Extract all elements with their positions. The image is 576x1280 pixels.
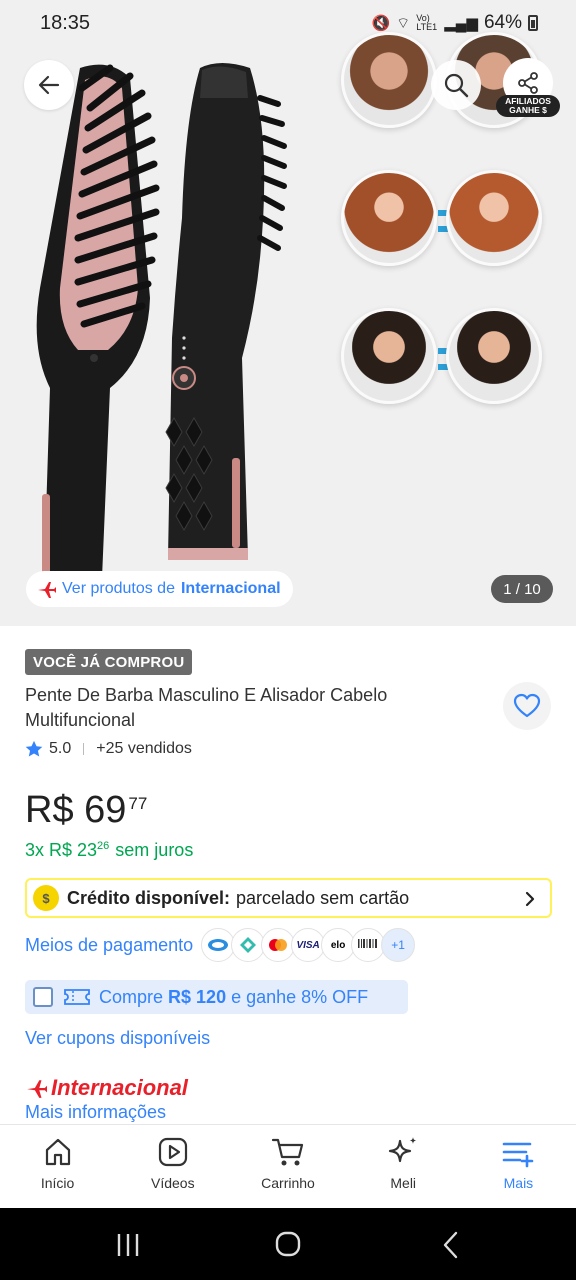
product-image-gallery[interactable]: AFILIADOS GANHE $ 18:35 🔇 ⌔ Vo) LTE1 ▂▄▆…: [0, 0, 576, 626]
airplane-icon: [38, 582, 56, 598]
nav-label: Vídeos: [151, 1175, 195, 1191]
heart-icon: [513, 693, 541, 718]
installments-suffix: sem juros: [115, 840, 194, 860]
star-icon: [25, 740, 43, 757]
search-icon: [444, 73, 469, 98]
rating-row[interactable]: 5.0 +25 vendidos: [25, 738, 192, 760]
sparkle-icon: [389, 1137, 417, 1163]
coupon-offer[interactable]: Compre R$ 120 e ganhe 8% OFF: [25, 980, 408, 1014]
coupon-checkbox[interactable]: [33, 987, 53, 1007]
nav-label: Mais: [503, 1175, 534, 1191]
installments-cents: 26: [97, 840, 110, 852]
nav-item-mais[interactable]: Mais: [461, 1125, 576, 1208]
installments-prefix: 3x R$ 23: [25, 840, 98, 860]
rating-value: 5.0: [49, 740, 72, 757]
menu-plus-icon: [503, 1142, 534, 1168]
chevron-right-icon: [525, 891, 535, 907]
more-info-link[interactable]: Mais informações: [25, 1102, 166, 1123]
sold-count: +25 vendidos: [96, 740, 192, 757]
battery-percent: 64%: [483, 12, 522, 33]
coupon-prefix: Compre: [99, 986, 164, 1007]
status-bar: 18:35 🔇 ⌔ Vo) LTE1 ▂▄▆ 64%: [0, 0, 576, 48]
home-button-icon[interactable]: [274, 1230, 302, 1258]
purchased-badge: VOCÊ JÁ COMPROU: [25, 649, 193, 675]
image-counter: 1 / 10: [491, 575, 553, 603]
ticket-icon: [64, 989, 90, 1005]
status-time: 18:35: [40, 12, 91, 34]
brand-name: Internacional: [51, 1075, 188, 1100]
mercado-pago-icon: [201, 928, 236, 962]
after-straight-hair-photo: [446, 170, 542, 266]
nav-label: Meli: [390, 1175, 417, 1191]
price: R$ 69 77: [25, 786, 147, 834]
nav-item-inicio[interactable]: Início: [0, 1125, 115, 1208]
origin-link[interactable]: Internacional: [181, 580, 281, 598]
elo-icon: elo: [321, 928, 356, 962]
price-cents: 77: [128, 794, 148, 813]
before-curly-hair-photo: [341, 170, 437, 266]
wifi-icon: ⌔: [396, 14, 411, 32]
payment-methods-row[interactable]: Meios de pagamento VISA elo +1: [25, 928, 416, 962]
product-title: Pente De Barba Masculino E Alisador Cabe…: [25, 685, 388, 730]
cart-icon: [271, 1138, 304, 1166]
nav-label: Carrinho: [261, 1175, 315, 1191]
system-navigation-bar: [0, 1208, 576, 1280]
after-short-hair-photo: [446, 308, 542, 404]
mastercard-icon: [261, 928, 296, 962]
nav-label: Início: [40, 1175, 75, 1191]
price-main: R$ 69: [25, 789, 127, 831]
boleto-icon: [351, 928, 386, 962]
favorite-button[interactable]: [503, 682, 551, 730]
search-button[interactable]: [431, 60, 481, 110]
credit-label: Crédito disponível:: [67, 887, 231, 908]
back-button[interactable]: [24, 60, 74, 110]
payment-methods-link[interactable]: Meios de pagamento: [25, 935, 193, 956]
installments: 3x R$ 23 26 sem juros: [25, 840, 193, 861]
bottom-navigation: Início Vídeos Carrinho Meli Mais: [0, 1124, 576, 1208]
battery-icon: [528, 15, 538, 31]
pix-icon: [231, 928, 266, 962]
affiliate-badge[interactable]: AFILIADOS GANHE $: [496, 95, 560, 117]
share-icon: [518, 72, 538, 94]
arrow-left-icon: [38, 75, 60, 95]
coupon-amount: R$ 120: [168, 986, 227, 1007]
view-coupons-link[interactable]: Ver cupons disponíveis: [25, 1028, 210, 1049]
divider: [83, 743, 85, 755]
nav-item-carrinho[interactable]: Carrinho: [230, 1125, 345, 1208]
mute-icon: 🔇: [371, 15, 391, 32]
network-label: Vo) LTE1: [416, 13, 438, 32]
before-short-hair-photo: [341, 308, 437, 404]
credit-available-banner[interactable]: $ Crédito disponível: parcelado sem cart…: [25, 878, 552, 918]
signal-icon: ▂▄▆: [444, 15, 478, 32]
visa-icon: VISA: [291, 928, 326, 962]
product-image-comb-side: [165, 63, 287, 560]
nav-item-meli[interactable]: Meli: [346, 1125, 461, 1208]
play-icon: [158, 1137, 187, 1167]
coupon-suffix: e ganhe 8% OFF: [231, 986, 369, 1007]
international-brand: Internacional: [25, 1075, 188, 1101]
back-nav-icon[interactable]: [438, 1230, 464, 1260]
origin-chip[interactable]: Ver produtos de Internacional: [26, 571, 293, 607]
airplane-icon: [27, 1080, 47, 1098]
nav-item-videos[interactable]: Vídeos: [115, 1125, 230, 1208]
coin-icon: $: [33, 885, 59, 911]
more-payment-methods[interactable]: +1: [381, 928, 416, 962]
origin-prefix: Ver produtos de: [62, 580, 175, 597]
credit-text: parcelado sem cartão: [236, 887, 410, 908]
product-image-comb-front: [36, 64, 160, 578]
recent-apps-icon[interactable]: [113, 1232, 143, 1258]
home-icon: [45, 1138, 70, 1166]
